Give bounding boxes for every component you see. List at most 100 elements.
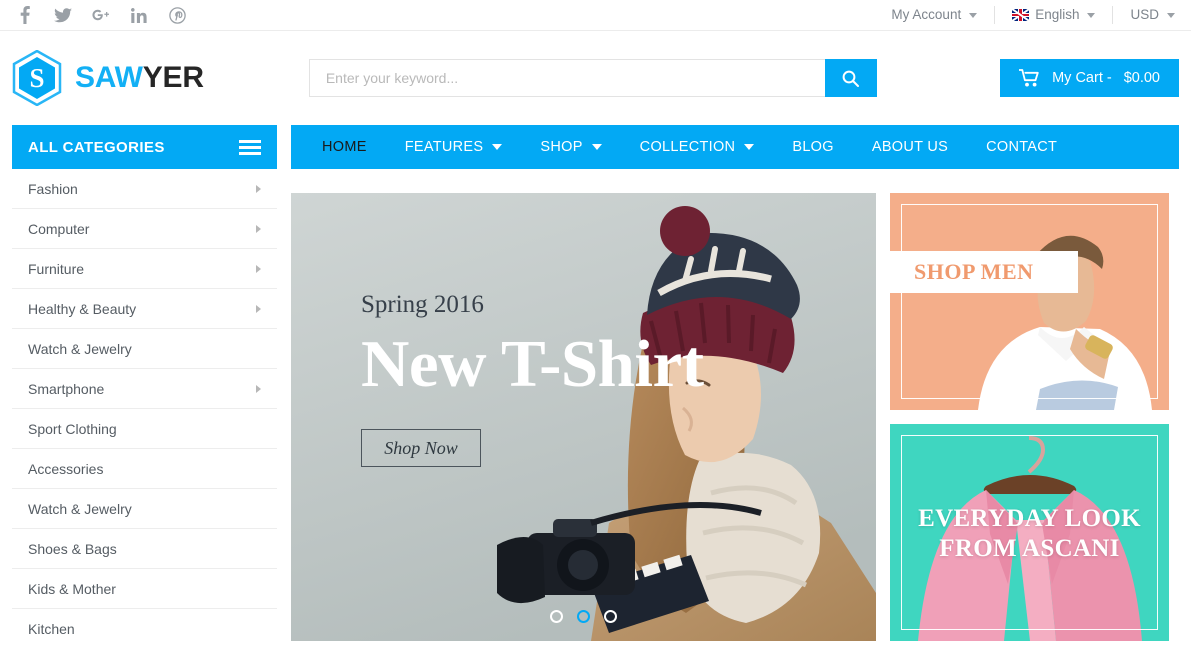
logo-text-first: SAW (75, 61, 143, 94)
category-item-label: Fashion (28, 180, 78, 197)
site-logo[interactable]: S SAWYER (12, 50, 204, 106)
category-item[interactable]: Accessories (12, 449, 277, 489)
nav-item-label: BLOG (792, 139, 834, 155)
category-item-label: Computer (28, 220, 90, 237)
hero-title: New T-Shirt (361, 327, 704, 401)
page-content: ALL CATEGORIES Fashion Computer Furniture H… (0, 125, 1191, 649)
nav-item-label: HOME (322, 139, 367, 155)
category-item[interactable]: Kids & Mother (12, 569, 277, 609)
category-item-label: Watch & Jewelry (28, 340, 132, 357)
chevron-right-icon (256, 224, 261, 233)
hero-text-block: Spring 2016 New T-Shirt Shop Now (361, 291, 704, 468)
category-item-label: Sport Clothing (28, 420, 117, 437)
uk-flag-icon (1012, 9, 1030, 21)
category-item[interactable]: Computer (12, 209, 277, 249)
shop-now-button[interactable]: Shop Now (361, 429, 481, 468)
cart-icon (1019, 69, 1039, 87)
chevron-right-icon (256, 384, 261, 393)
categories-sidebar: ALL CATEGORIES Fashion Computer Furniture H… (12, 125, 277, 649)
nav-item-collection[interactable]: COLLECTION (621, 125, 774, 169)
everyday-look-line2: FROM ASCANI (939, 534, 1120, 562)
category-item-label: Smartphone (28, 380, 105, 397)
main-navigation: HOME FEATURES SHOP COLLECTION BLOG ABOUT US CO… (291, 125, 1179, 169)
nav-item-contact[interactable]: CONTACT (967, 125, 1076, 169)
shop-men-banner[interactable]: SHOP MEN (890, 193, 1169, 410)
linkedin-icon[interactable] (130, 6, 148, 24)
hero-slider[interactable]: Spring 2016 New T-Shirt Shop Now (291, 193, 876, 641)
search-button[interactable] (824, 59, 877, 97)
chevron-down-icon (492, 144, 503, 150)
google-plus-icon[interactable] (92, 6, 110, 24)
carousel-dots (291, 610, 876, 623)
svg-text:S: S (29, 63, 44, 93)
nav-item-blog[interactable]: BLOG (773, 125, 853, 169)
cart-label: My Cart - (1052, 70, 1112, 86)
category-item-label: Kitchen (28, 621, 75, 637)
category-item-label: Shoes & Bags (28, 540, 117, 557)
chevron-down-icon (1087, 12, 1096, 18)
chevron-right-icon (256, 264, 261, 273)
all-categories-header[interactable]: ALL CATEGORIES (12, 125, 277, 169)
nav-item-label: CONTACT (986, 139, 1058, 155)
showcase-row: Spring 2016 New T-Shirt Shop Now SHOP ME… (291, 193, 1179, 641)
nav-item-label: COLLECTION (639, 139, 736, 155)
chevron-down-icon (591, 144, 602, 150)
carousel-dot[interactable] (604, 610, 617, 623)
category-item[interactable]: Watch & Jewelry (12, 489, 277, 529)
category-item[interactable]: Fashion (12, 169, 277, 209)
pinterest-icon[interactable] (168, 6, 186, 24)
all-categories-label: ALL CATEGORIES (28, 138, 165, 156)
currency-menu[interactable]: USD (1113, 6, 1177, 24)
hero-subtitle: Spring 2016 (361, 291, 484, 318)
hamburger-icon (239, 139, 261, 155)
nav-item-features[interactable]: FEATURES (386, 125, 522, 169)
currency-label: USD (1130, 7, 1159, 22)
man-photo-illustration (890, 193, 1169, 410)
twitter-icon[interactable] (54, 6, 72, 24)
top-bar: My Account English USD (0, 0, 1191, 31)
my-account-menu[interactable]: My Account (874, 6, 996, 24)
category-item[interactable]: Watch & Jewelry (12, 329, 277, 369)
category-item[interactable]: Furniture (12, 249, 277, 289)
promo-banners: SHOP MEN EVERYDAY LOOK FROM ASCANI (890, 193, 1169, 641)
facebook-icon[interactable] (16, 6, 34, 24)
logo-text-second: YER (142, 61, 204, 94)
nav-item-label: ABOUT US (871, 139, 949, 155)
shop-men-label: SHOP MEN (914, 259, 1034, 284)
chevron-right-icon (256, 304, 261, 313)
category-item-label: Furniture (28, 260, 85, 277)
chevron-down-icon (744, 144, 755, 150)
nav-item-home[interactable]: HOME (303, 125, 386, 169)
hexagon-logo-icon: S (12, 50, 62, 106)
category-item-label: Watch & Jewelry (28, 500, 132, 517)
cart-button[interactable]: My Cart - $0.00 (1000, 59, 1179, 97)
category-item[interactable]: Sport Clothing (12, 409, 277, 449)
chevron-down-icon (1167, 12, 1175, 18)
search-input[interactable] (308, 59, 825, 97)
carousel-dot[interactable] (577, 610, 590, 623)
nav-item-shop[interactable]: SHOP (521, 125, 620, 169)
top-bar-right: My Account English USD (874, 6, 1177, 24)
category-item[interactable]: Shoes & Bags (12, 529, 277, 569)
my-account-label: My Account (891, 7, 962, 22)
main-column: HOME FEATURES SHOP COLLECTION BLOG ABOUT US CO… (291, 125, 1179, 649)
category-item-label: Healthy & Beauty (28, 300, 137, 317)
nav-item-about-us[interactable]: ABOUT US (853, 125, 967, 169)
logo-wordmark: SAWYER (75, 61, 204, 95)
social-links (16, 6, 186, 24)
carousel-dot[interactable] (550, 610, 563, 623)
shop-men-label-band: SHOP MEN (890, 251, 1078, 293)
nav-item-label: SHOP (540, 139, 583, 155)
cart-total: $0.00 (1123, 70, 1160, 86)
category-list: Fashion Computer Furniture Healthy & Beauty… (12, 169, 277, 649)
chevron-right-icon (256, 184, 261, 193)
category-item-label: Kids & Mother (28, 580, 116, 597)
language-label: English (1035, 7, 1080, 22)
everyday-look-banner[interactable]: EVERYDAY LOOK FROM ASCANI (890, 424, 1169, 641)
category-item[interactable]: Kitchen (12, 609, 277, 649)
category-item[interactable]: Smartphone (12, 369, 277, 409)
site-header: S SAWYER My Cart - $0.00 (0, 31, 1191, 125)
category-item-label: Accessories (28, 460, 104, 477)
category-item[interactable]: Healthy & Beauty (12, 289, 277, 329)
language-menu[interactable]: English (995, 6, 1114, 24)
